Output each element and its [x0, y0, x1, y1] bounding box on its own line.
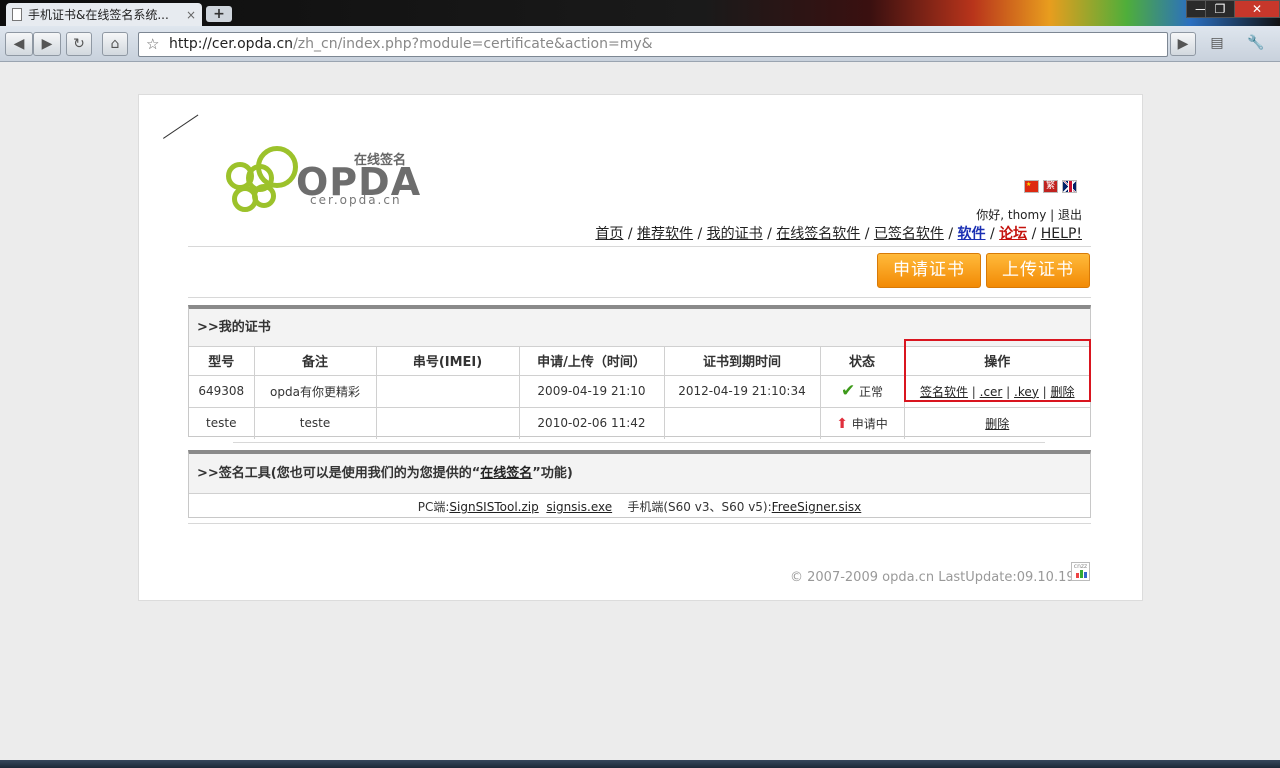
nav-sep: /: [1027, 226, 1041, 242]
col-expires: 证书到期时间: [664, 347, 821, 376]
main-nav: 首页 / 推荐软件 / 我的证书 / 在线签名软件 / 已签名软件 / 软件 /…: [595, 223, 1082, 243]
col-note: 备注: [254, 347, 377, 376]
apply-cert-button[interactable]: 申请证书: [877, 253, 981, 288]
maximize-button[interactable]: ❐: [1205, 0, 1235, 18]
table-row: teste teste 2010-02-06 11:42 ⬆ 申请中 删除: [189, 407, 1090, 439]
freesigner-link[interactable]: FreeSigner.sisx: [772, 500, 862, 514]
browser-toolbar: ◀ ▶ ↻ ⌂ ☆ http://cer.opda.cn/zh_cn/index…: [0, 26, 1280, 62]
tab-title: 手机证书&在线签名系统...: [28, 8, 169, 22]
close-window-button[interactable]: ✕: [1234, 0, 1280, 18]
pending-up-arrow-icon: ⬆: [836, 415, 848, 432]
divider: [233, 442, 1045, 443]
mobile-label: 手机端(S60 v3、S60 v5):: [627, 500, 772, 514]
tab-close-icon[interactable]: ×: [186, 8, 196, 22]
online-sign-link[interactable]: 在线签名: [480, 466, 532, 481]
flag-tw-icon[interactable]: 繁: [1043, 180, 1058, 193]
new-tab-button[interactable]: +: [206, 6, 232, 22]
cell-applied: 2009-04-19 21:10: [519, 375, 665, 408]
go-button[interactable]: ▶: [1170, 32, 1196, 56]
col-imei: 串号(IMEI): [376, 347, 520, 376]
cell-model: teste: [189, 407, 255, 439]
pc-label: PC端:: [417, 500, 450, 514]
signsistool-link[interactable]: SignSISTool.zip: [449, 500, 538, 514]
status-text: 正常: [859, 385, 884, 399]
delete-link[interactable]: 删除: [985, 417, 1009, 431]
nav-my-certs[interactable]: 我的证书: [707, 226, 763, 242]
user-greeting: 你好, thomy | 退出: [976, 206, 1082, 223]
nav-sep: /: [693, 226, 707, 242]
cell-expires: [664, 407, 821, 439]
url-path: /zh_cn/index.php?module=certificate&acti…: [293, 36, 653, 52]
col-model: 型号: [189, 347, 255, 376]
nav-sep: /: [943, 226, 958, 242]
browser-titlebar: 手机证书&在线签名系统... × + — ❐ ✕: [0, 0, 1280, 26]
nav-help[interactable]: HELP!: [1041, 226, 1082, 242]
bookmark-star-icon[interactable]: ☆: [146, 33, 159, 56]
greeting-text: 你好, thomy |: [976, 208, 1058, 222]
forward-button[interactable]: ▶: [33, 32, 61, 56]
logout-link[interactable]: 退出: [1058, 208, 1082, 222]
highlight-box-actions: [904, 339, 1091, 402]
nav-online-sign[interactable]: 在线签名软件: [776, 226, 860, 242]
signsis-exe-link[interactable]: signsis.exe: [546, 500, 612, 514]
browser-tab[interactable]: 手机证书&在线签名系统... ×: [6, 3, 202, 26]
nav-forum[interactable]: 论坛: [999, 226, 1027, 242]
cell-imei: [376, 407, 520, 439]
tools-heading-text: >>签名工具(您也可以是使用我们的为您提供的“: [197, 466, 481, 481]
nav-signed-software[interactable]: 已签名软件: [874, 226, 944, 242]
nav-software[interactable]: 软件: [958, 226, 986, 242]
cell-note: opda有你更精彩: [254, 375, 377, 408]
sign-tools-heading: >>签名工具(您也可以是使用我们的为您提供的“在线签名”功能): [189, 454, 1090, 494]
cell-applied: 2010-02-06 11:42: [519, 407, 665, 439]
nav-sep: /: [623, 226, 638, 242]
cell-imei: [376, 375, 520, 408]
wrench-menu-icon[interactable]: 🔧: [1240, 32, 1272, 56]
divider: [188, 246, 1091, 247]
cnzz-label: cnzz: [1073, 563, 1088, 570]
col-applied: 申请/上传（时间）: [519, 347, 665, 376]
back-button[interactable]: ◀: [5, 32, 33, 56]
cell-status: ✔ 正常: [820, 375, 905, 408]
cell-model: 649308: [189, 375, 255, 408]
divider: [188, 297, 1091, 298]
address-bar[interactable]: ☆ http://cer.opda.cn/zh_cn/index.php?mod…: [138, 32, 1168, 57]
reload-button[interactable]: ↻: [66, 32, 92, 56]
cell-status: ⬆ 申请中: [820, 407, 905, 439]
nav-sep: /: [860, 226, 874, 242]
col-status: 状态: [820, 347, 905, 376]
nav-home[interactable]: 首页: [595, 226, 623, 242]
upload-cert-button[interactable]: 上传证书: [986, 253, 1090, 288]
site-logo[interactable]: 在线签名 OPDA cer.opda.cn: [226, 146, 436, 216]
flag-cn-icon[interactable]: [1024, 180, 1039, 193]
cnzz-stats-icon[interactable]: cnzz: [1071, 562, 1090, 581]
page-icon: [12, 8, 22, 21]
divider: [188, 523, 1091, 524]
page-menu-icon[interactable]: ▤: [1202, 32, 1232, 56]
logo-url: cer.opda.cn: [310, 193, 402, 207]
footer-copyright: © 2007-2009 opda.cn LastUpdate:09.10.19: [790, 570, 1075, 585]
sign-tools-section: >>签名工具(您也可以是使用我们的为您提供的“在线签名”功能) PC端:Sign…: [188, 450, 1091, 518]
tools-download-line: PC端:SignSISTool.zip signsis.exe 手机端(S60 …: [189, 494, 1090, 520]
nav-sep: /: [985, 226, 1000, 242]
tools-heading-suffix: ”功能): [532, 466, 573, 481]
cell-expires: 2012-04-19 21:10:34: [664, 375, 821, 408]
home-button[interactable]: ⌂: [102, 32, 128, 56]
nav-sep: /: [762, 226, 777, 242]
url-host: http://cer.opda.cn: [169, 36, 294, 52]
os-taskbar: [0, 760, 1280, 768]
language-flags: 繁: [1024, 180, 1077, 193]
cell-note: teste: [254, 407, 377, 439]
nav-recommended[interactable]: 推荐软件: [637, 226, 693, 242]
cell-actions: 删除: [904, 407, 1090, 439]
flag-uk-icon[interactable]: [1062, 180, 1077, 193]
check-icon: ✔: [840, 381, 856, 401]
status-text: 申请中: [851, 416, 888, 431]
